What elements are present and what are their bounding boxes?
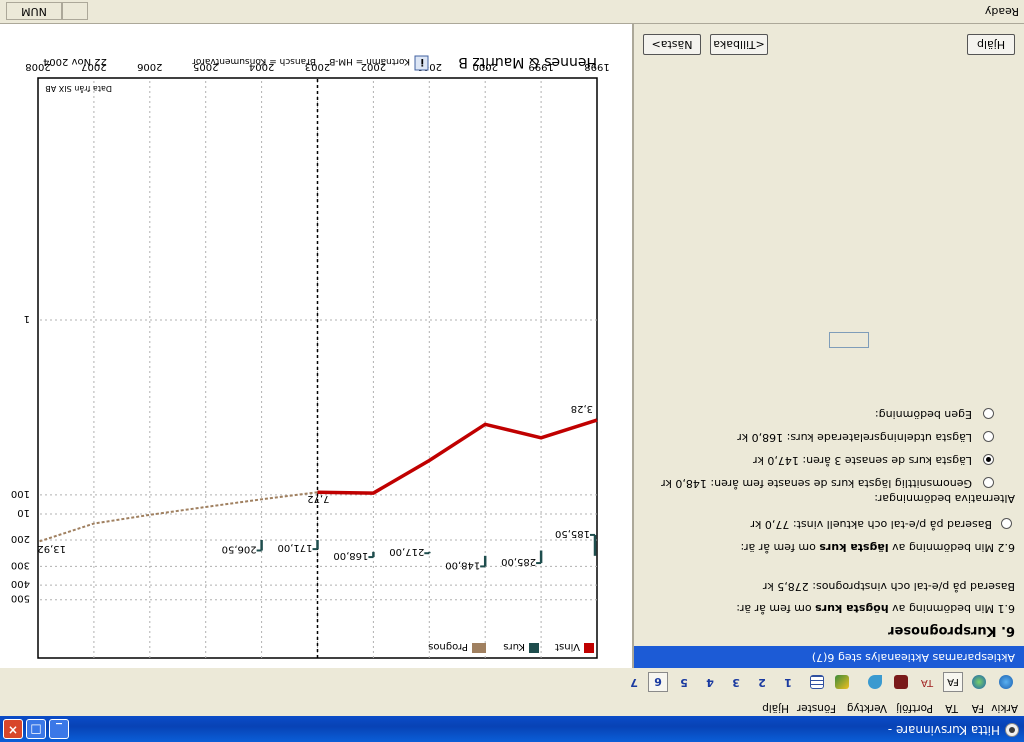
price-tick-label: 100 [11, 488, 30, 499]
eps-tick-label: 10 [17, 507, 30, 518]
eps-data-label: 3,28 [571, 403, 593, 414]
step-1-button[interactable]: 1 [778, 672, 798, 692]
kurs-data-label: 285,00 [501, 556, 536, 567]
table-icon[interactable] [807, 672, 827, 692]
menu-verktyg[interactable]: Verktyg [847, 702, 887, 714]
step-3-button[interactable]: 3 [726, 672, 746, 692]
close-button[interactable]: × [3, 719, 23, 739]
menu-ta[interactable]: TA [945, 702, 958, 714]
app-window: Hitta Kursvinnare - _ □ × Arkiv FA TA Po… [0, 0, 1024, 742]
help-button[interactable]: Hjälp [967, 34, 1015, 55]
question-low: 6.2 Min bedömning av lägsta kurs om fem … [740, 541, 1016, 554]
step-2-button[interactable]: 2 [752, 672, 772, 692]
globe-icon[interactable] [996, 672, 1016, 692]
own-assessment-input[interactable] [829, 332, 869, 348]
kurs-data-label: 168,00 [333, 550, 368, 561]
menu-fa[interactable]: FA [972, 702, 984, 714]
legend-prognos-label: Prognos [428, 641, 468, 652]
pin-icon[interactable] [865, 672, 885, 692]
kurs-data-label: 185,50 [555, 528, 590, 539]
high-value-text: Baserad på p/e-tal och vinstprognos: 278… [762, 580, 1015, 593]
kurs-data-label: 171,00 [278, 542, 313, 553]
menu-arkiv[interactable]: Arkiv [991, 702, 1018, 714]
ta-icon[interactable]: TA [917, 672, 937, 692]
legend-vinst-swatch [584, 643, 594, 653]
price-tick-label: 300 [11, 559, 30, 570]
eps-data-label: 13,92 [37, 543, 66, 554]
kurs-data-label: 217,00 [389, 546, 424, 557]
maximize-button[interactable]: □ [26, 719, 46, 739]
radio-own[interactable] [983, 408, 994, 419]
status-ready: Ready [984, 5, 1019, 18]
option-3yr-label: Lägsta kurs de senaste 3 åren: 147,0 kr [753, 454, 972, 467]
price-tick-label: 500 [11, 593, 30, 604]
next-button[interactable]: Nästa> [643, 34, 701, 55]
status-bar: Ready NUM [0, 0, 1024, 24]
step-7-button[interactable]: 7 [624, 672, 644, 692]
info-icon-glyph: i [421, 56, 424, 67]
book-icon[interactable] [891, 672, 911, 692]
sector: Bransch = Konsumentvaror [192, 56, 316, 66]
chart-date: 22 Nov 2004 [43, 56, 107, 67]
kurs-data-label: 206,50 [222, 544, 257, 555]
toolbar: FA TA 1 2 3 4 5 6 7 [0, 667, 1024, 698]
price-tick-label: 400 [11, 578, 30, 589]
year-label: 2006 [137, 61, 162, 72]
menu-portfolj[interactable]: Portfölj [896, 702, 933, 714]
section-heading: 6. Kursprognoser [888, 623, 1015, 638]
globe-icon[interactable] [969, 672, 989, 692]
step-5-button[interactable]: 5 [674, 672, 694, 692]
radio-3yr[interactable] [983, 454, 994, 465]
radio-pe[interactable] [1001, 518, 1012, 529]
menu-hjalp[interactable]: Hjälp [762, 702, 789, 714]
legend-prognos-swatch [472, 643, 486, 653]
minimize-button[interactable]: _ [49, 719, 69, 739]
radio-dividend[interactable] [983, 431, 994, 442]
option-own-label: Egen bedömning: [874, 408, 972, 421]
step-4-button[interactable]: 4 [700, 672, 720, 692]
radio-avg[interactable] [983, 477, 994, 488]
chart-panel: 1998 1999 2000 2001 2002 2003 2004 2005 2006 2007… [0, 24, 632, 668]
legend-kurs-label: Kurs [503, 641, 525, 652]
back-button[interactable]: <Tillbaka [710, 34, 768, 55]
company-name: Hennes & Mauritz B [458, 54, 597, 70]
step-6-button[interactable]: 6 [648, 672, 668, 692]
option-avg-label: Genomsnittlig lägsta kurs de senaste fem… [661, 477, 972, 490]
data-source: Data från SIX AB [45, 84, 112, 94]
kurs-data-label: 148,00 [445, 559, 480, 570]
price-tick-label: 200 [11, 533, 30, 544]
menu-bar: Arkiv FA TA Portfölj Verktyg Fönster Hjä… [0, 698, 1024, 716]
kurs-chart: 1998199920002001200220032004200520062007… [11, 54, 610, 659]
panel-header: Aktiespararnas Aktieanalys steg 6(7) [634, 646, 1024, 668]
legend-vinst-label: Vinst [555, 641, 580, 652]
menu-fonster[interactable]: Fönster [797, 702, 836, 714]
option-pe-label: Baserad på p/e-tal och aktuell vinst: 77… [750, 518, 992, 531]
title-bar: Hitta Kursvinnare - _ □ × [0, 716, 1024, 742]
num-lock-indicator: NUM [6, 2, 62, 20]
eps-data-label: 7,72 [307, 493, 329, 504]
status-cell [62, 2, 88, 20]
fa-icon[interactable]: FA [943, 672, 963, 692]
eps-tick-label: 1 [24, 313, 30, 324]
app-icon [1005, 723, 1019, 737]
analysis-panel: Aktiespararnas Aktieanalys steg 6(7) 6. … [632, 24, 1024, 668]
alternatives-label: Alternativa bedömningar: [874, 492, 1015, 505]
window-title: Hitta Kursvinnare - [887, 723, 1000, 737]
pencil-icon[interactable] [832, 672, 852, 692]
option-dividend-label: Lägsta utdelningsrelaterade kurs: 168,0 … [737, 431, 972, 444]
question-high: 6.1 Min bedömning av högsta kurs om fem … [736, 602, 1015, 615]
legend-kurs-swatch [529, 643, 539, 653]
short-name: Kortnamn = HM-B [329, 56, 410, 66]
